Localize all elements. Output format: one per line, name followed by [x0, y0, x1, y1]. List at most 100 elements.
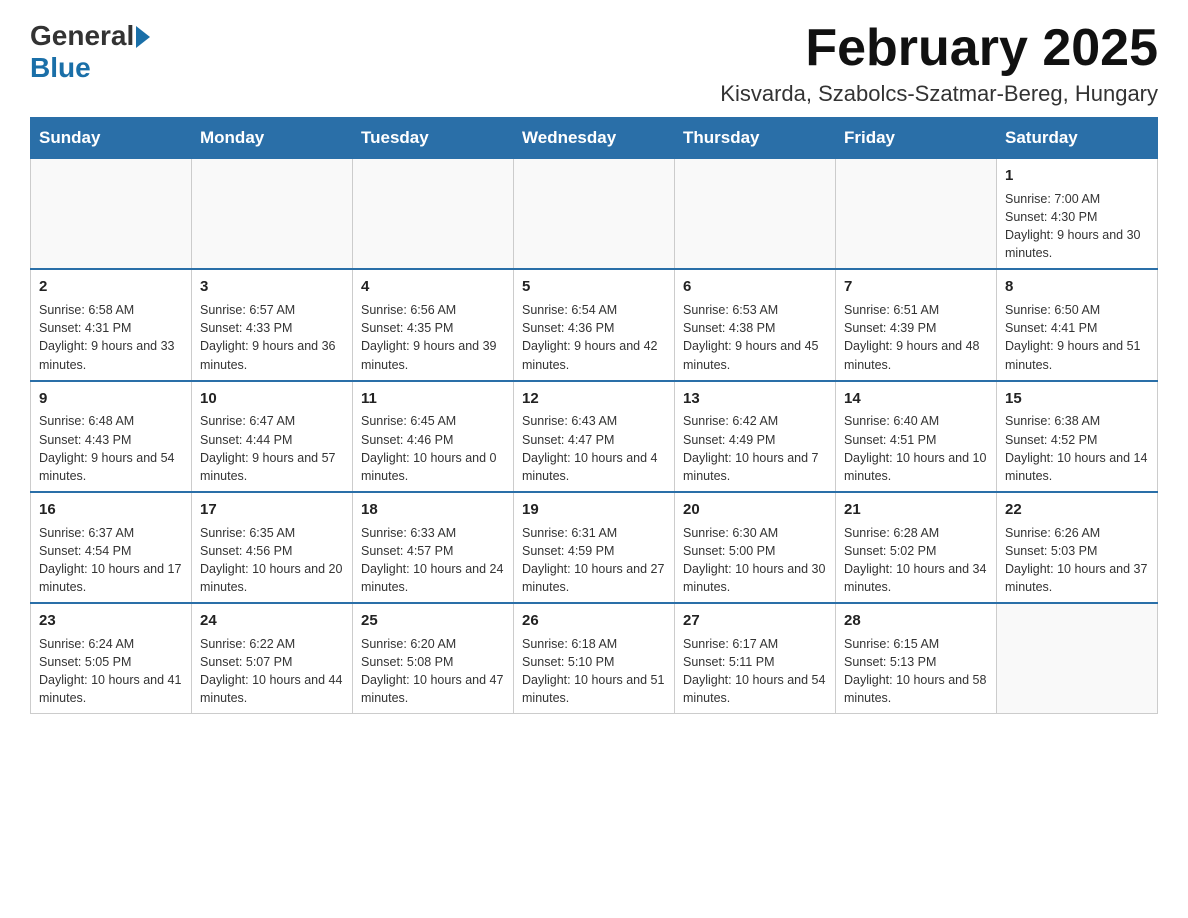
- day-info: Sunrise: 6:47 AMSunset: 4:44 PMDaylight:…: [200, 412, 344, 485]
- calendar-cell: 2 Sunrise: 6:58 AMSunset: 4:31 PMDaylight…: [31, 269, 192, 380]
- calendar-cell: 21 Sunrise: 6:28 AMSunset: 5:02 PMDayligh…: [836, 492, 997, 603]
- calendar-cell: 14Sunrise: 6:40 AMSunset: 4:51 PMDayligh…: [836, 381, 997, 492]
- day-number: 14: [844, 388, 988, 410]
- day-number: 21: [844, 499, 988, 521]
- page-header: General Blue February 2025 Kisvarda, Sza…: [30, 20, 1158, 107]
- calendar-cell: [192, 159, 353, 270]
- day-info: Sunrise: 7:00 AMSunset: 4:30 PMDaylight:…: [1005, 190, 1149, 263]
- day-info: Sunrise: 6:35 AMSunset: 4:56 PMDaylight:…: [200, 524, 344, 597]
- day-number: 16: [39, 499, 183, 521]
- logo-general-text: General: [30, 20, 134, 52]
- calendar-cell: 17 Sunrise: 6:35 AMSunset: 4:56 PMDayligh…: [192, 492, 353, 603]
- day-info: Sunrise: 6:43 AMSunset: 4:47 PMDaylight:…: [522, 412, 666, 485]
- logo-arrow-icon: [136, 26, 150, 48]
- day-number: 1: [1005, 165, 1149, 187]
- day-info: Sunrise: 6:58 AMSunset: 4:31 PMDaylight:…: [39, 301, 183, 374]
- day-header-saturday: Saturday: [997, 118, 1158, 159]
- calendar-cell: 25 Sunrise: 6:20 AMSunset: 5:08 PMDayligh…: [353, 603, 514, 714]
- calendar-cell: 9Sunrise: 6:48 AMSunset: 4:43 PMDaylight…: [31, 381, 192, 492]
- day-info: Sunrise: 6:17 AMSunset: 5:11 PMDaylight:…: [683, 635, 827, 708]
- day-number: 27: [683, 610, 827, 632]
- calendar-cell: 8 Sunrise: 6:50 AMSunset: 4:41 PMDaylight…: [997, 269, 1158, 380]
- day-number: 12: [522, 388, 666, 410]
- day-number: 26: [522, 610, 666, 632]
- day-number: 2: [39, 276, 183, 298]
- calendar-cell: 26 Sunrise: 6:18 AMSunset: 5:10 PMDayligh…: [514, 603, 675, 714]
- calendar-cell: 18Sunrise: 6:33 AMSunset: 4:57 PMDayligh…: [353, 492, 514, 603]
- calendar-cell: 10Sunrise: 6:47 AMSunset: 4:44 PMDayligh…: [192, 381, 353, 492]
- day-info: Sunrise: 6:56 AMSunset: 4:35 PMDaylight:…: [361, 301, 505, 374]
- title-area: February 2025 Kisvarda, Szabolcs-Szatmar…: [720, 20, 1158, 107]
- calendar-cell: 7 Sunrise: 6:51 AMSunset: 4:39 PMDaylight…: [836, 269, 997, 380]
- logo-blue-text: Blue: [30, 52, 91, 84]
- calendar-week-row: 1 Sunrise: 7:00 AMSunset: 4:30 PMDaylight…: [31, 159, 1158, 270]
- day-info: Sunrise: 6:53 AMSunset: 4:38 PMDaylight:…: [683, 301, 827, 374]
- day-number: 11: [361, 388, 505, 410]
- calendar-cell: [675, 159, 836, 270]
- calendar-cell: 6Sunrise: 6:53 AMSunset: 4:38 PMDaylight…: [675, 269, 836, 380]
- calendar-week-row: 2 Sunrise: 6:58 AMSunset: 4:31 PMDaylight…: [31, 269, 1158, 380]
- calendar-cell: 19 Sunrise: 6:31 AMSunset: 4:59 PMDayligh…: [514, 492, 675, 603]
- calendar-cell: 12Sunrise: 6:43 AMSunset: 4:47 PMDayligh…: [514, 381, 675, 492]
- calendar-cell: 16 Sunrise: 6:37 AMSunset: 4:54 PMDayligh…: [31, 492, 192, 603]
- calendar-cell: 11Sunrise: 6:45 AMSunset: 4:46 PMDayligh…: [353, 381, 514, 492]
- calendar-table: SundayMondayTuesdayWednesdayThursdayFrid…: [30, 117, 1158, 714]
- calendar-cell: [836, 159, 997, 270]
- day-number: 23: [39, 610, 183, 632]
- day-info: Sunrise: 6:42 AMSunset: 4:49 PMDaylight:…: [683, 412, 827, 485]
- day-number: 8: [1005, 276, 1149, 298]
- day-number: 9: [39, 388, 183, 410]
- day-info: Sunrise: 6:22 AMSunset: 5:07 PMDaylight:…: [200, 635, 344, 708]
- day-info: Sunrise: 6:15 AMSunset: 5:13 PMDaylight:…: [844, 635, 988, 708]
- calendar-cell: 20 Sunrise: 6:30 AMSunset: 5:00 PMDayligh…: [675, 492, 836, 603]
- logo: General Blue: [30, 20, 150, 84]
- day-info: Sunrise: 6:50 AMSunset: 4:41 PMDaylight:…: [1005, 301, 1149, 374]
- day-number: 10: [200, 388, 344, 410]
- day-number: 22: [1005, 499, 1149, 521]
- calendar-cell: 27 Sunrise: 6:17 AMSunset: 5:11 PMDayligh…: [675, 603, 836, 714]
- calendar-cell: 3 Sunrise: 6:57 AMSunset: 4:33 PMDaylight…: [192, 269, 353, 380]
- day-info: Sunrise: 6:28 AMSunset: 5:02 PMDaylight:…: [844, 524, 988, 597]
- day-header-sunday: Sunday: [31, 118, 192, 159]
- day-info: Sunrise: 6:18 AMSunset: 5:10 PMDaylight:…: [522, 635, 666, 708]
- calendar-cell: 28 Sunrise: 6:15 AMSunset: 5:13 PMDayligh…: [836, 603, 997, 714]
- calendar-cell: [514, 159, 675, 270]
- day-number: 5: [522, 276, 666, 298]
- day-number: 17: [200, 499, 344, 521]
- day-number: 28: [844, 610, 988, 632]
- day-header-wednesday: Wednesday: [514, 118, 675, 159]
- day-info: Sunrise: 6:54 AMSunset: 4:36 PMDaylight:…: [522, 301, 666, 374]
- day-number: 20: [683, 499, 827, 521]
- day-info: Sunrise: 6:31 AMSunset: 4:59 PMDaylight:…: [522, 524, 666, 597]
- day-header-thursday: Thursday: [675, 118, 836, 159]
- calendar-cell: 4 Sunrise: 6:56 AMSunset: 4:35 PMDaylight…: [353, 269, 514, 380]
- day-info: Sunrise: 6:38 AMSunset: 4:52 PMDaylight:…: [1005, 412, 1149, 485]
- calendar-cell: 22Sunrise: 6:26 AMSunset: 5:03 PMDayligh…: [997, 492, 1158, 603]
- calendar-cell: [353, 159, 514, 270]
- calendar-cell: 1 Sunrise: 7:00 AMSunset: 4:30 PMDaylight…: [997, 159, 1158, 270]
- day-info: Sunrise: 6:57 AMSunset: 4:33 PMDaylight:…: [200, 301, 344, 374]
- calendar-cell: 24Sunrise: 6:22 AMSunset: 5:07 PMDayligh…: [192, 603, 353, 714]
- day-info: Sunrise: 6:51 AMSunset: 4:39 PMDaylight:…: [844, 301, 988, 374]
- calendar-cell: 5 Sunrise: 6:54 AMSunset: 4:36 PMDaylight…: [514, 269, 675, 380]
- calendar-cell: [997, 603, 1158, 714]
- day-info: Sunrise: 6:30 AMSunset: 5:00 PMDaylight:…: [683, 524, 827, 597]
- day-number: 7: [844, 276, 988, 298]
- location-subtitle: Kisvarda, Szabolcs-Szatmar-Bereg, Hungar…: [720, 81, 1158, 107]
- day-info: Sunrise: 6:24 AMSunset: 5:05 PMDaylight:…: [39, 635, 183, 708]
- day-header-tuesday: Tuesday: [353, 118, 514, 159]
- day-info: Sunrise: 6:48 AMSunset: 4:43 PMDaylight:…: [39, 412, 183, 485]
- day-info: Sunrise: 6:33 AMSunset: 4:57 PMDaylight:…: [361, 524, 505, 597]
- day-info: Sunrise: 6:37 AMSunset: 4:54 PMDaylight:…: [39, 524, 183, 597]
- calendar-cell: 15Sunrise: 6:38 AMSunset: 4:52 PMDayligh…: [997, 381, 1158, 492]
- day-number: 19: [522, 499, 666, 521]
- day-number: 3: [200, 276, 344, 298]
- day-number: 25: [361, 610, 505, 632]
- day-number: 15: [1005, 388, 1149, 410]
- calendar-week-row: 9Sunrise: 6:48 AMSunset: 4:43 PMDaylight…: [31, 381, 1158, 492]
- day-number: 13: [683, 388, 827, 410]
- calendar-week-row: 16 Sunrise: 6:37 AMSunset: 4:54 PMDayligh…: [31, 492, 1158, 603]
- day-number: 4: [361, 276, 505, 298]
- calendar-cell: [31, 159, 192, 270]
- day-info: Sunrise: 6:20 AMSunset: 5:08 PMDaylight:…: [361, 635, 505, 708]
